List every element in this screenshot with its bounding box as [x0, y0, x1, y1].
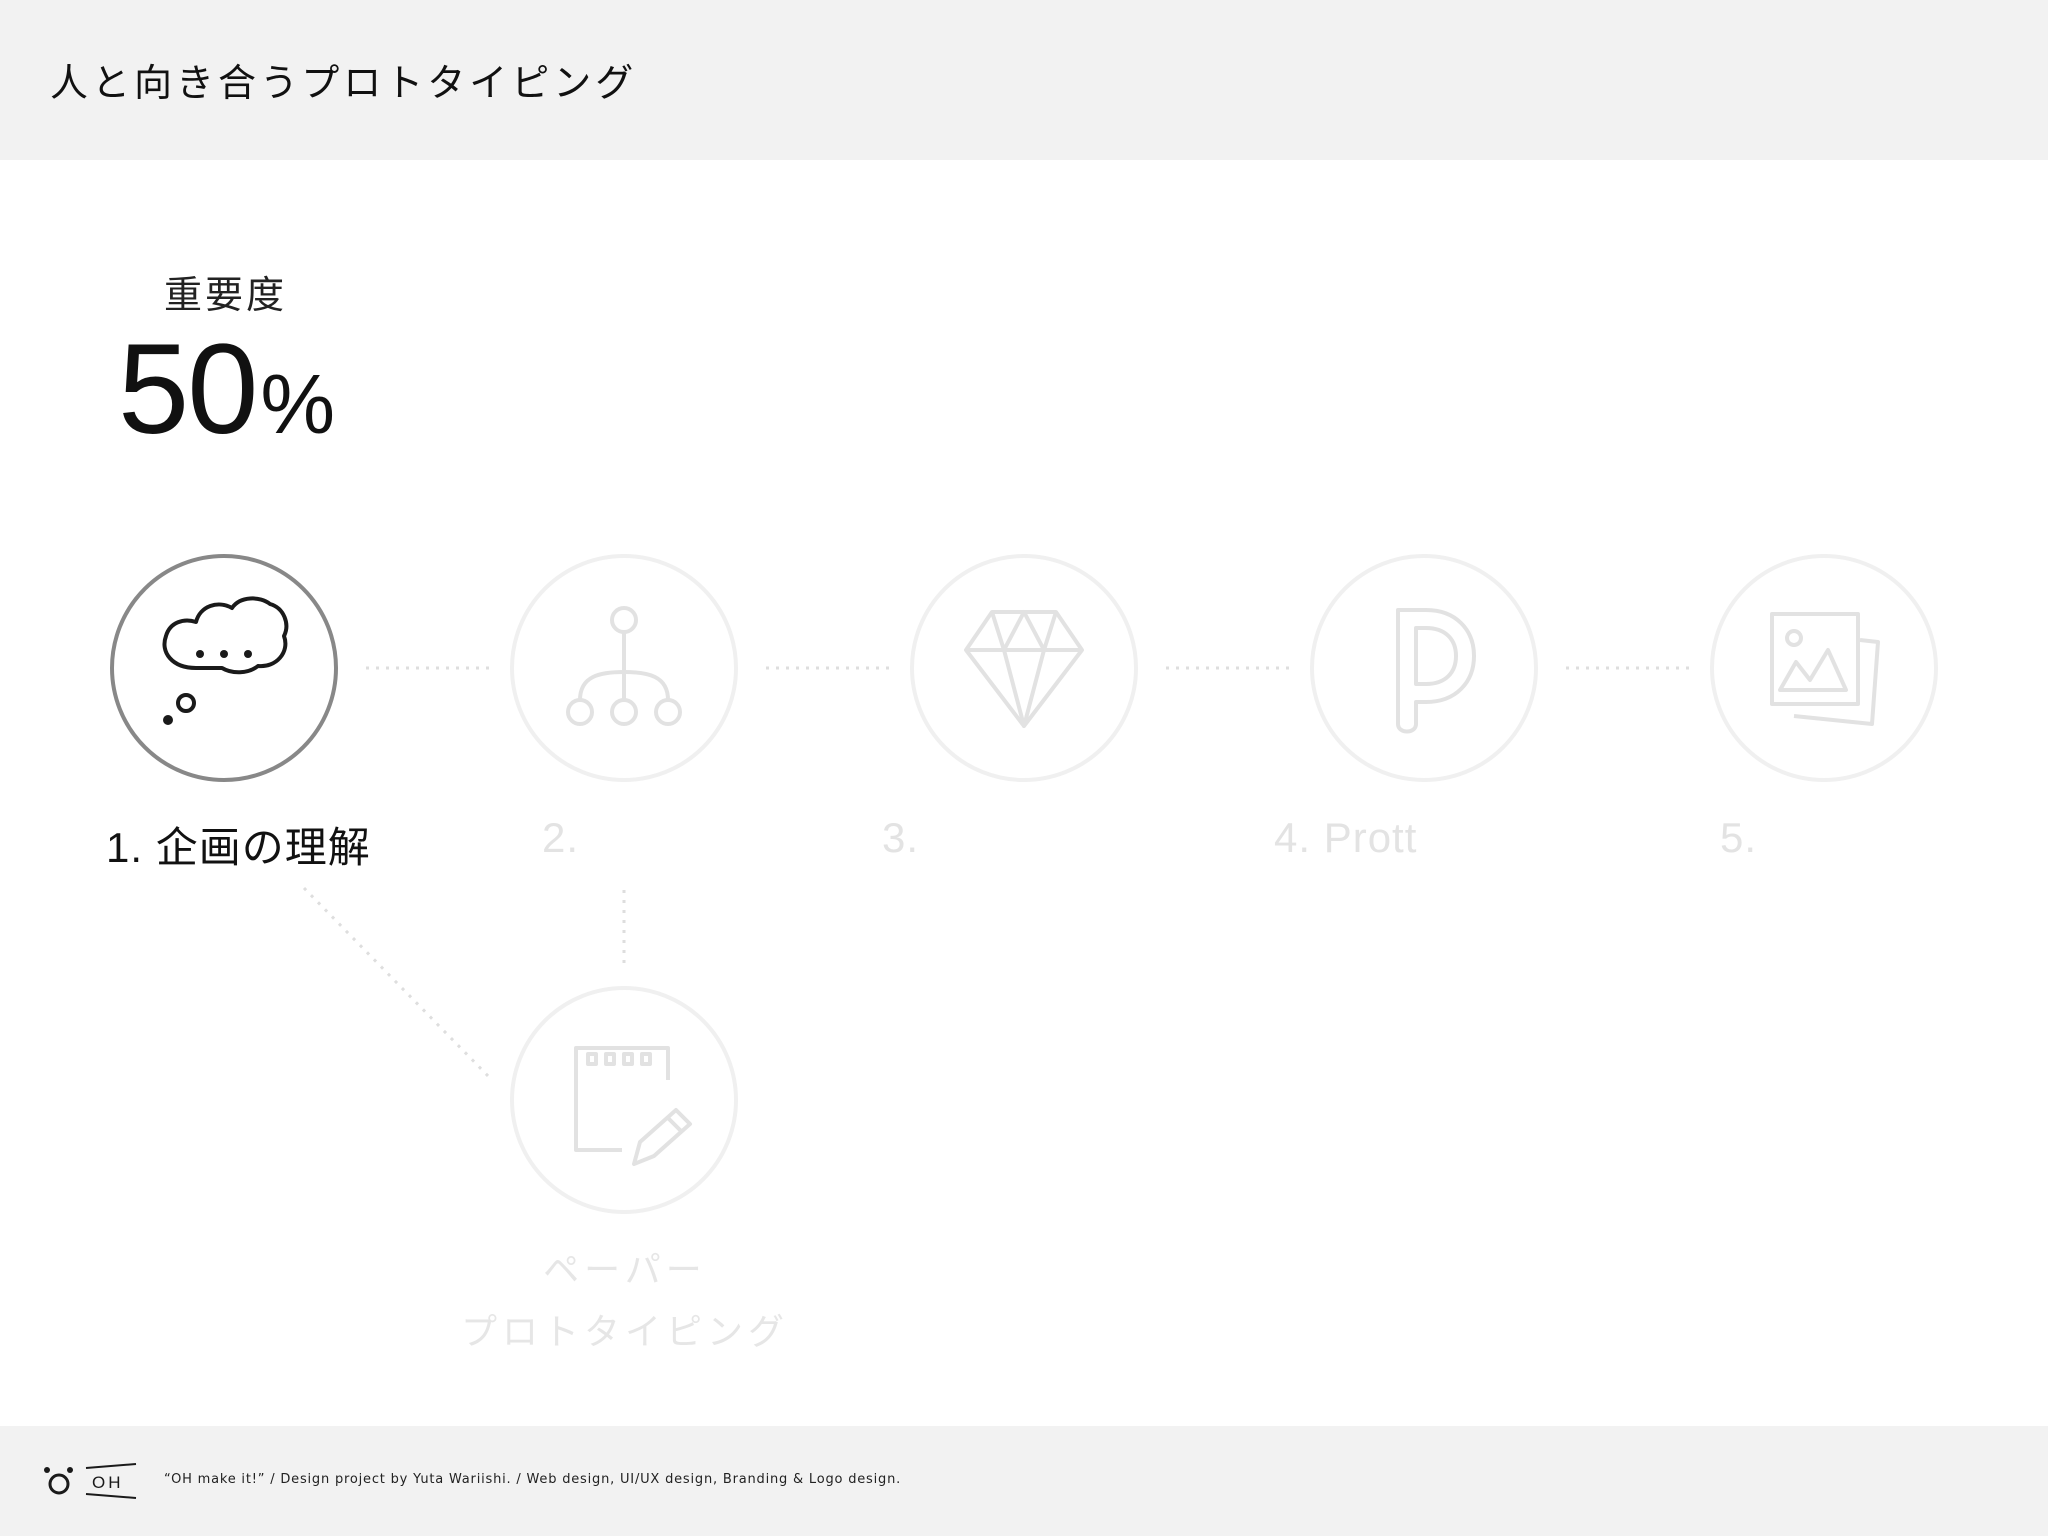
footer-credit: “OH make it!” / Design project by Yuta W…	[164, 1472, 902, 1487]
step-connectors	[302, 666, 1692, 1082]
importance-label: 重要度	[164, 273, 288, 317]
step-5-ring	[1710, 554, 1938, 782]
face-logo-icon	[44, 1467, 73, 1495]
oh-logo: OH	[44, 1463, 137, 1499]
importance-value: 50%	[118, 326, 335, 454]
diamond-icon	[964, 610, 1084, 728]
notepad-pencil-icon	[574, 1046, 692, 1166]
thought-bubble-icon	[162, 596, 289, 725]
step-4-ring	[1310, 554, 1538, 782]
process-diagram	[110, 554, 1938, 1214]
sitemap-icon	[566, 606, 682, 726]
importance-unit: %	[260, 357, 335, 451]
image-gallery-icon	[1770, 612, 1880, 726]
sub-step-label-line2: プロトタイピング	[460, 1312, 789, 1353]
step-3-ring	[910, 554, 1138, 782]
header-bar: 人と向き合うプロトタイピング	[0, 0, 2048, 160]
step-2-node[interactable]	[510, 554, 738, 782]
importance-number: 50	[118, 318, 258, 461]
oh-logo-text: OH	[92, 1473, 124, 1492]
step-3-node[interactable]	[910, 554, 1138, 782]
step-1-label: 1. 企画の理解	[106, 824, 371, 871]
step-2-label: 2.	[542, 814, 580, 861]
sub-step-ring	[510, 986, 738, 1214]
footer-bar: OH “OH make it!” / Design project by Yut…	[0, 1426, 2048, 1536]
step-4-node[interactable]	[1310, 554, 1538, 782]
prott-logo-icon	[1396, 608, 1476, 734]
step-5-label: 5.	[1720, 814, 1758, 861]
sub-step-label-line1: ペーパー	[543, 1250, 707, 1291]
thought-dots	[196, 650, 252, 658]
page-title: 人と向き合うプロトタイピング	[50, 61, 638, 105]
step-1-node[interactable]	[110, 554, 338, 782]
step-4-label: 4. Prott	[1274, 814, 1418, 861]
connector-1-sub	[302, 886, 494, 1082]
step-5-node[interactable]	[1710, 554, 1938, 782]
step-3-label: 3.	[882, 814, 920, 861]
sub-step-node[interactable]	[510, 986, 738, 1214]
